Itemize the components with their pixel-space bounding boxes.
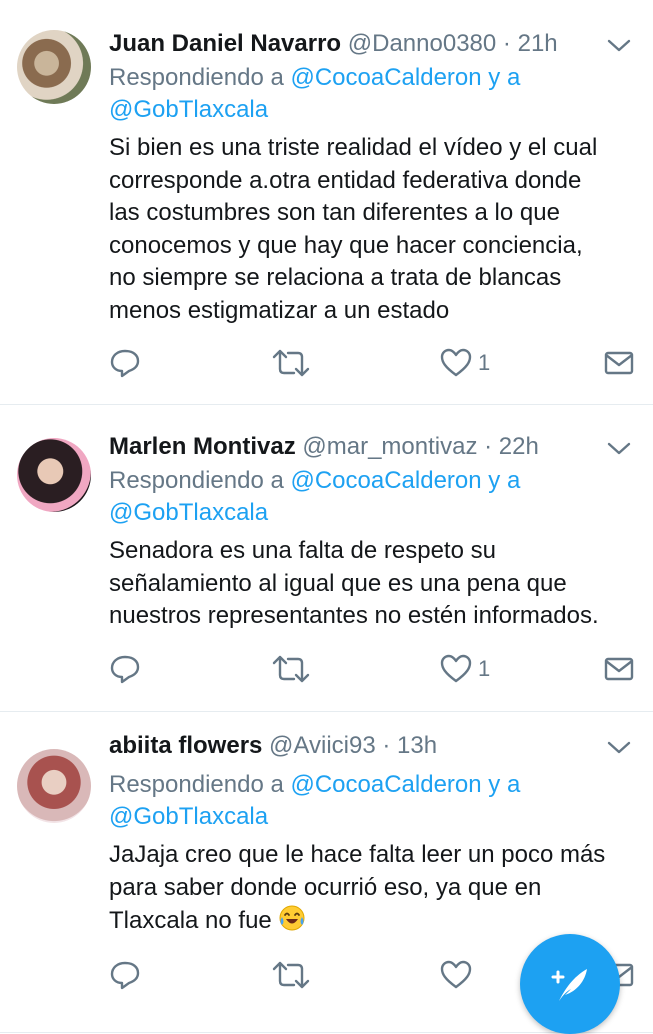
action-bar: 1 — [0, 346, 653, 380]
text-line: no siempre se relaciona a trata de blanc… — [109, 264, 562, 291]
avatar[interactable] — [17, 749, 91, 823]
text-line: nuestros representantes no estén informa… — [109, 602, 599, 629]
reply-icon — [110, 655, 140, 684]
avatar[interactable] — [17, 30, 91, 104]
timestamp[interactable]: 21h — [518, 30, 558, 57]
handle[interactable]: @Danno0380 — [348, 30, 496, 57]
reply-prefix: Respondiendo a — [109, 64, 291, 91]
like-button[interactable]: 1 — [440, 346, 490, 380]
tweet-header: abiita flowers @Aviici93 · 13h — [109, 732, 653, 768]
text-line: Si bien es una triste realidad el vídeo … — [109, 134, 598, 161]
reply-context: Respondiendo a @CocoaCalderon y a @GobTl… — [109, 465, 629, 529]
tweet-card[interactable]: Marlen Montivaz @mar_montivaz · 22h Resp… — [0, 405, 653, 712]
text-line: corresponde a.otra entidad federativa do… — [109, 166, 582, 194]
compose-feather-icon — [551, 969, 587, 1001]
reply-icon — [110, 349, 140, 378]
text-line: conocemos y que hay que hacer conciencia… — [109, 231, 583, 259]
handle[interactable]: @Aviici93 — [269, 732, 376, 759]
tweet-text: Senadora es una falta de respeto su seña… — [109, 535, 639, 633]
chevron-down-icon[interactable] — [607, 738, 631, 758]
tweet-header: Marlen Montivaz @mar_montivaz · 22h — [109, 433, 653, 469]
like-button[interactable]: 1 — [440, 652, 490, 686]
reply-button[interactable] — [109, 652, 141, 686]
display-name[interactable]: Juan Daniel Navarro — [109, 30, 341, 57]
action-bar: 1 — [0, 652, 653, 686]
heart-icon — [440, 654, 472, 683]
display-name[interactable]: Marlen Montivaz — [109, 433, 296, 460]
mention-link[interactable]: @GobTlaxcala — [109, 803, 268, 830]
like-count: 1 — [478, 656, 491, 681]
reply-join: y a — [481, 64, 521, 91]
compose-tweet-button[interactable] — [520, 934, 620, 1034]
heart-icon — [440, 960, 472, 989]
reply-icon — [110, 961, 140, 990]
text-line: para saber donde ocurrió eso, ya que en — [109, 873, 542, 901]
like-button[interactable] — [440, 958, 478, 992]
retweet-button[interactable] — [272, 652, 310, 686]
text-line: menos estigmatizar a un estado — [109, 296, 450, 324]
reply-button[interactable] — [109, 958, 141, 992]
text-line: Tlaxcala no fue — [109, 907, 272, 934]
mention-link[interactable]: @CocoaCalderon — [290, 64, 481, 91]
mention-link[interactable]: @CocoaCalderon — [290, 771, 481, 798]
share-dm-button[interactable] — [603, 346, 635, 380]
chevron-down-icon[interactable] — [607, 439, 631, 459]
reply-join: y a — [481, 771, 521, 798]
face-with-tears-of-joy-icon — [279, 905, 305, 931]
reply-join: y a — [481, 467, 521, 494]
retweet-icon — [272, 349, 310, 377]
envelope-icon — [604, 351, 634, 375]
text-line: señalamiento al igual que es una pena qu… — [109, 569, 567, 597]
mention-link[interactable]: @GobTlaxcala — [109, 499, 268, 526]
retweet-icon — [272, 655, 310, 683]
display-name[interactable]: abiita flowers — [109, 732, 262, 759]
retweet-icon — [272, 961, 310, 989]
heart-icon — [440, 348, 472, 377]
reply-context: Respondiendo a @CocoaCalderon y a @GobTl… — [109, 62, 629, 126]
mention-link[interactable]: @GobTlaxcala — [109, 96, 268, 123]
tweet-text: Si bien es una triste realidad el vídeo … — [109, 132, 639, 327]
text-line: Senadora es una falta de respeto su — [109, 537, 496, 564]
timestamp[interactable]: 13h — [397, 732, 437, 759]
envelope-icon — [604, 657, 634, 681]
timestamp[interactable]: 22h — [499, 433, 539, 460]
share-dm-button[interactable] — [603, 652, 635, 686]
separator-dot: · — [502, 30, 511, 57]
text-line-with-emoji: Tlaxcala no fue — [109, 904, 639, 938]
mention-link[interactable]: @CocoaCalderon — [290, 467, 481, 494]
separator-dot: · — [382, 732, 391, 759]
reply-prefix: Respondiendo a — [109, 771, 291, 798]
retweet-button[interactable] — [272, 346, 310, 380]
avatar[interactable] — [17, 438, 91, 512]
reply-context: Respondiendo a @CocoaCalderon y a @GobTl… — [109, 769, 629, 833]
tweet-header: Juan Daniel Navarro @Danno0380 · 21h — [109, 30, 653, 66]
tweet-text: JaJaja creo que le hace falta leer un po… — [109, 839, 639, 938]
retweet-button[interactable] — [272, 958, 310, 992]
reply-button[interactable] — [109, 346, 141, 380]
reply-prefix: Respondiendo a — [109, 467, 291, 494]
text-line: JaJaja creo que le hace falta leer un po… — [109, 841, 606, 868]
like-count: 1 — [478, 350, 491, 375]
separator-dot: · — [484, 433, 493, 460]
text-line: las costumbres son tan diferentes a lo q… — [109, 199, 560, 226]
handle[interactable]: @mar_montivaz — [302, 433, 477, 460]
tweet-card[interactable]: Juan Daniel Navarro @Danno0380 · 21h Res… — [0, 0, 653, 405]
chevron-down-icon[interactable] — [607, 36, 631, 56]
